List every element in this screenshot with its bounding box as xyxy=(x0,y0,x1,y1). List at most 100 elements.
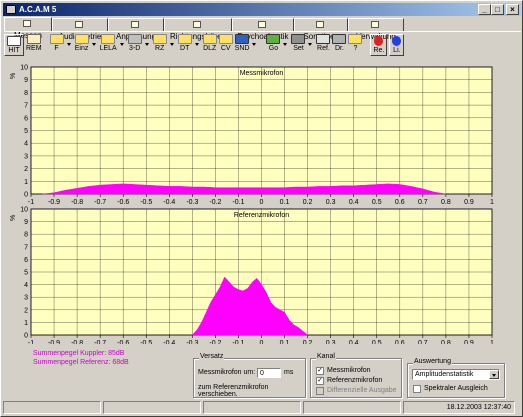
differenzielle-ausgabe-checkbox[interactable] xyxy=(316,387,324,395)
spektraler-ausgleich-checkbox[interactable] xyxy=(413,385,421,393)
tab-richtungshoeren[interactable]: Richtungshören xyxy=(164,18,232,41)
tools-icon xyxy=(291,34,306,44)
3d-button[interactable]: 3-D xyxy=(127,34,142,56)
chart-0: 012345678910-1 -0.9 -0.8 -0.7 -0.6 -0.5 -0.4 -0… xyxy=(10,65,494,207)
tab-audiometrie[interactable]: Audiometrie xyxy=(52,18,108,41)
kanal-group: Kanal ✓ Messmikrofon ✓ Referenzmikrofon … xyxy=(310,353,402,398)
left-ear-button[interactable]: Li. xyxy=(389,34,405,56)
x-tick-label: -0.6 xyxy=(117,199,129,206)
messmikrofon-label: Messmikrofon xyxy=(327,367,371,374)
referenzmikrofon-label: Referenzmikrofon xyxy=(327,377,383,384)
f-label: F xyxy=(54,45,59,52)
set-dropdown-arrow[interactable] xyxy=(307,34,313,56)
x-tick-label: -0.3 xyxy=(186,199,198,206)
go-button[interactable]: Go xyxy=(266,34,281,56)
help-button[interactable]: ? xyxy=(348,34,363,56)
kanal-title: Kanal xyxy=(316,353,336,360)
right-ear-label: Re. xyxy=(373,47,385,54)
dlz-button[interactable]: DLZ xyxy=(202,34,217,56)
tab-psychoakustik[interactable]: Psychoakustik xyxy=(232,18,294,41)
tab-anpassung[interactable]: Anpassung xyxy=(108,18,164,41)
x-tick-label: 0.3 xyxy=(326,340,336,344)
chart-1: 012345678910-1 -0.9 -0.8 -0.7 -0.6 -0.5 -0.4 -0… xyxy=(10,207,494,345)
3d-dropdown-arrow[interactable] xyxy=(144,34,150,56)
go-dropdown-arrow[interactable] xyxy=(282,34,288,56)
y-tick-label: 8 xyxy=(24,90,28,97)
dt-button[interactable]: DT xyxy=(177,34,192,56)
minimize-button[interactable]: _ xyxy=(478,4,491,15)
x-tick-label: 0 xyxy=(260,199,264,206)
messmikrofon-checkbox[interactable]: ✓ xyxy=(316,367,324,375)
x-tick-label: 0.8 xyxy=(441,199,451,206)
tab-sonstiges[interactable]: Sonstiges xyxy=(294,18,348,41)
status-pane-3 xyxy=(203,401,301,414)
hit-icon xyxy=(7,36,21,46)
cv-button[interactable]: CV xyxy=(218,34,233,56)
tab-verwaltung[interactable]: Verwaltung xyxy=(348,18,404,41)
maximize-button[interactable]: □ xyxy=(491,4,504,15)
einz-dropdown-arrow[interactable] xyxy=(91,34,97,56)
snd-button[interactable]: SND xyxy=(235,34,249,56)
app-window: A.C.A.M 5 _ □ × Messen Audiometrie Anpas… xyxy=(0,0,523,417)
lela-button[interactable]: LELA xyxy=(100,34,117,56)
x-tick-label: 0.6 xyxy=(395,199,405,206)
y-axis-label: % xyxy=(10,73,17,79)
x-tick-label: 0.7 xyxy=(418,340,428,344)
f-button[interactable]: F xyxy=(49,34,64,56)
left-ear-label: Li. xyxy=(393,47,401,54)
rz-button[interactable]: RZ xyxy=(152,34,167,56)
y-tick-label: 6 xyxy=(24,115,28,122)
hit-button[interactable]: HIT xyxy=(4,34,24,56)
tab-psychoakustik-icon xyxy=(257,21,266,29)
versatz-description: zum Referenzmikrofon verschieben. xyxy=(198,384,269,398)
dt-icon xyxy=(177,34,192,44)
rem-button[interactable]: REM xyxy=(26,34,42,56)
einz-button[interactable]: Einz xyxy=(74,34,89,56)
go-label: Go xyxy=(268,45,279,52)
rz-dropdown-arrow[interactable] xyxy=(169,34,175,56)
f-dropdown-arrow[interactable] xyxy=(66,34,72,56)
3d-label: 3-D xyxy=(129,45,141,52)
dt-dropdown-arrow[interactable] xyxy=(194,34,200,56)
y-tick-label: 7 xyxy=(24,103,28,110)
einz-icon xyxy=(74,34,89,44)
x-tick-label: -0.2 xyxy=(209,199,221,206)
referenzmikrofon-checkbox[interactable]: ✓ xyxy=(316,377,324,385)
x-tick-label: -1 xyxy=(28,340,34,344)
ref-button[interactable]: Ref. xyxy=(316,34,331,56)
x-tick-label: 0.8 xyxy=(441,340,451,344)
tab-messen[interactable]: Messen xyxy=(4,17,52,40)
x-tick-label: 0.9 xyxy=(464,199,474,206)
y-tick-label: 1 xyxy=(24,179,28,186)
y-tick-label: 0 xyxy=(24,333,28,340)
x-tick-label: 0.3 xyxy=(326,199,336,206)
x-tick-label: -0.7 xyxy=(94,199,106,206)
rz-label: RZ xyxy=(155,45,165,52)
auswertung-select[interactable]: Amplitudenstatistik xyxy=(412,369,500,380)
lela-dropdown-arrow[interactable] xyxy=(119,34,125,56)
versatz-label: Messmikrofon um: xyxy=(198,369,256,376)
dlz-label: DLZ xyxy=(203,45,217,52)
lela-label: LELA xyxy=(99,45,117,52)
status-pane-1 xyxy=(3,401,101,414)
differenzielle-ausgabe-label: Differenzielle Ausgabe xyxy=(327,387,397,394)
y-tick-label: 6 xyxy=(24,257,28,264)
print-button[interactable]: Dr. xyxy=(332,34,347,56)
versatz-group: Versatz Messmikrofon um: 0 ms zum Refere… xyxy=(193,353,306,398)
status-pane-4 xyxy=(303,401,401,414)
y-tick-label: 0 xyxy=(24,192,28,199)
tab-audiometrie-icon xyxy=(74,21,83,29)
tab-anpassung-icon xyxy=(130,21,139,29)
set-button[interactable]: Set xyxy=(291,34,306,56)
status-bar: 18.12.2003 12:37:40 xyxy=(3,401,521,415)
x-tick-label: 0.6 xyxy=(395,340,405,344)
versatz-ms-input[interactable]: 0 xyxy=(257,368,281,378)
3d-icon xyxy=(127,34,142,44)
x-tick-label: 0 xyxy=(260,340,264,344)
go-icon xyxy=(266,34,281,44)
chevron-down-icon[interactable] xyxy=(489,370,499,379)
close-button[interactable]: × xyxy=(506,4,519,15)
right-ear-button[interactable]: Re. xyxy=(370,34,388,56)
x-tick-label: 0.9 xyxy=(464,340,474,344)
snd-dropdown-arrow[interactable] xyxy=(251,34,257,56)
